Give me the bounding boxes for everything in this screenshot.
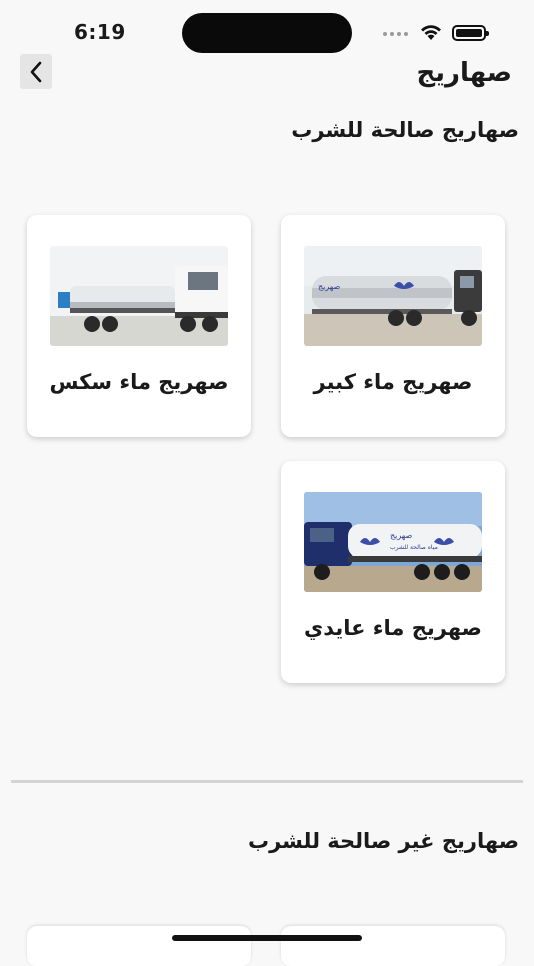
tanker-normal-image: صهريج مياه صالحة للشرب	[304, 492, 482, 592]
tanker-large-image: صهريج	[304, 246, 482, 346]
tanker-card-label: صهريج ماء عايدي	[304, 616, 482, 640]
tanker-card-partial[interactable]	[27, 926, 251, 966]
chevron-left-icon	[30, 61, 42, 82]
dynamic-island	[182, 13, 352, 53]
tanker-card-label: صهريج ماء كبير	[313, 370, 473, 394]
svg-text:صهريج: صهريج	[318, 282, 340, 291]
page-title: صهاريج	[416, 58, 512, 88]
section-divider	[11, 780, 523, 783]
status-time: 6:19	[74, 20, 126, 44]
section-title-potable: صهاريج صالحة للشرب	[291, 118, 519, 142]
battery-icon	[452, 25, 489, 41]
status-bar: 6:19	[0, 0, 534, 60]
tanker-card-six[interactable]: صهريج ماء سكس	[27, 215, 251, 437]
tanker-six-image	[50, 246, 228, 346]
section-title-non-potable: صهاريج غير صالحة للشرب	[248, 829, 519, 853]
svg-text:مياه صالحة للشرب: مياه صالحة للشرب	[390, 544, 438, 551]
home-indicator	[172, 935, 362, 941]
tanker-card-label: صهريج ماء سكس	[49, 370, 229, 394]
wifi-icon	[421, 25, 441, 40]
tanker-card-large[interactable]: صهريج صهريج ماء كبير	[281, 215, 505, 437]
signal-dots-icon	[383, 32, 408, 36]
back-button[interactable]	[20, 54, 52, 89]
tanker-card-partial[interactable]	[281, 926, 505, 966]
tanker-card-normal[interactable]: صهريج مياه صالحة للشرب صهريج ماء عايدي	[281, 461, 505, 683]
svg-text:صهريج: صهريج	[390, 531, 412, 540]
